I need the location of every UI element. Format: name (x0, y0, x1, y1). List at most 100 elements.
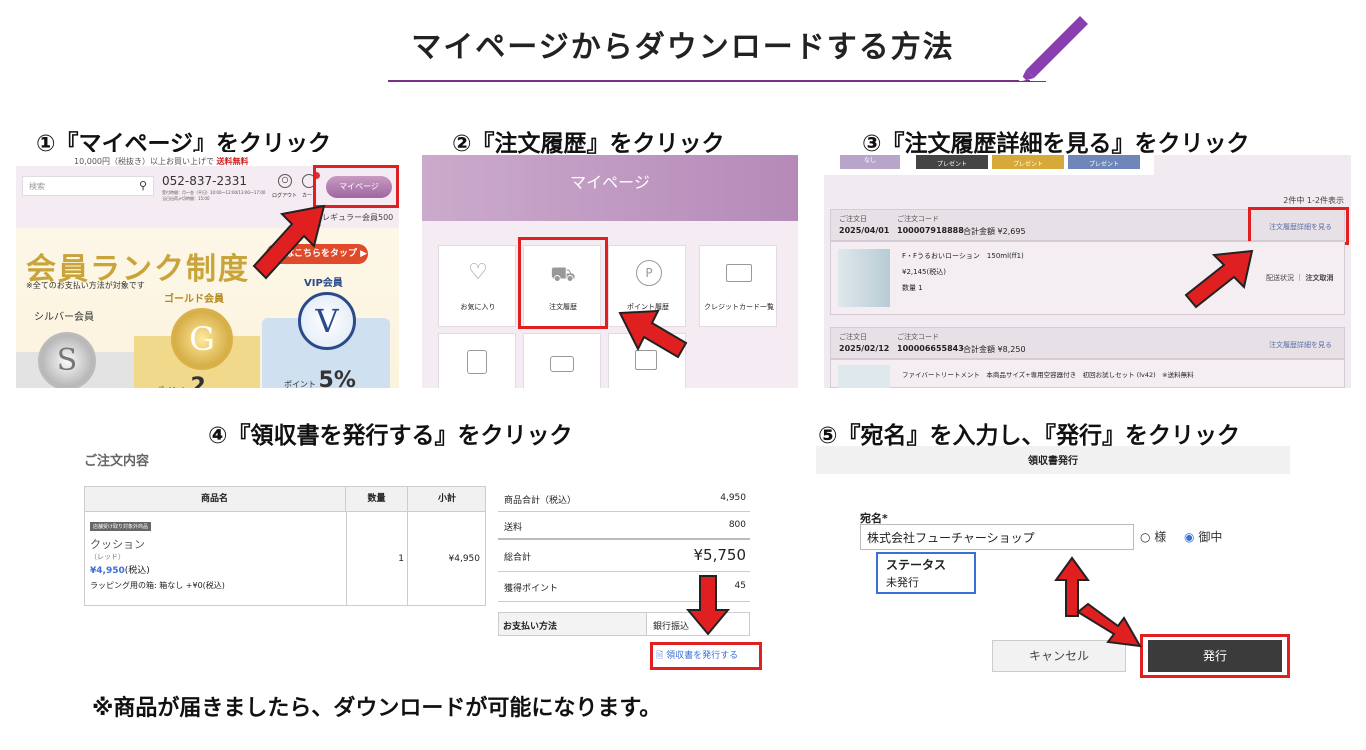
order-date: 2025/02/12 (839, 344, 890, 353)
title-underline (388, 80, 1030, 82)
phone-number: 052-837-2331 (162, 174, 248, 188)
status-label: ステータス (886, 558, 947, 572)
product-name[interactable]: F・Fうるおいローション 150ml(ff1) (902, 251, 1024, 261)
panel-mypage-menu: マイページ ♡ お気に入り ⛟ 注文履歴 P ポイント履歴 クレジットカード一覧 (422, 155, 798, 388)
col-subtotal: 小計 (437, 494, 456, 504)
vip-point-label: ポイント (284, 380, 316, 388)
order-history-highlight (518, 237, 608, 329)
step-5-label: ⑤『宛名』を入力し、『発行』をクリック (818, 423, 1240, 449)
step-4-label: ④『領収書を発行する』をクリック (208, 423, 573, 449)
tab-none[interactable]: なし (840, 155, 900, 169)
lock-icon (550, 356, 574, 372)
arrow-indicator-1 (252, 204, 326, 280)
credit-card-icon (726, 264, 752, 282)
order-date-label: ご注文日 (839, 333, 867, 341)
pencil-icon (1018, 16, 1088, 82)
arrow-indicator-3 (1184, 249, 1254, 309)
tile-credit-cards[interactable]: クレジットカード一覧 (699, 245, 777, 327)
cart-item-subtotal: ¥4,950 (448, 554, 481, 564)
promo-text: 10,000円（税抜き）以上お買い上げで (74, 157, 214, 166)
tile-label: クレジットカード一覧 (704, 303, 774, 311)
page-title: マイページからダウンロードする方法 (411, 30, 955, 65)
summary-row-total: 総合計 ¥5,750 (498, 540, 750, 572)
arrow-indicator-5-right (1076, 602, 1142, 648)
cart-item-name[interactable]: クッション (90, 536, 145, 552)
order-detail-highlight (1248, 207, 1349, 245)
order-date-label: ご注文日 (839, 215, 867, 223)
payment-method-value: 銀行振込 (653, 622, 690, 632)
cart-item-variant: （レッド） (90, 553, 125, 561)
col-product-name: 商品名 (84, 486, 346, 512)
business-hours: 受付時間：月〜金（平日）10:00〜12:00/13:00〜17:00 当日出荷〆… (162, 190, 266, 201)
tile-notebook[interactable] (438, 333, 516, 388)
status-value: 未発行 (886, 576, 919, 589)
receipt-header: 領収書発行 (1028, 456, 1078, 467)
summary-row: 商品合計（税込） 4,950 (498, 486, 750, 512)
result-count: 2件中 1-2件表示 (1283, 196, 1344, 205)
product-qty: 数量 1 (902, 284, 923, 292)
gold-medal: G (171, 308, 233, 370)
vip-medal: V (298, 292, 356, 350)
notebook-icon (467, 350, 487, 374)
gold-label: ゴールド会員 (164, 294, 224, 305)
issue-button[interactable]: 発行 (1148, 640, 1282, 672)
summary-row: 送料 800 (498, 512, 750, 540)
col-qty: 数量 (346, 486, 408, 512)
step-2-label: ②『注文履歴』をクリック (452, 131, 725, 157)
honorific-sama[interactable]: ○ 様 (1140, 528, 1166, 545)
order-contents-heading: ご注文内容 (84, 454, 150, 469)
heart-icon: ♡ (468, 260, 488, 285)
silver-label: シルバー会員 (34, 312, 94, 323)
mypage-header: マイページ (570, 173, 650, 192)
order-code-label: ご注文コード (897, 215, 939, 223)
cart-item-price: ¥4,950 (90, 566, 125, 576)
order-total: 合計金額 ¥8,250 (963, 345, 1026, 354)
order-date: 2025/04/01 (839, 226, 890, 235)
pickup-badge: 店舗受け取り対象外商品 (90, 522, 152, 531)
tile-label: お気に入り (460, 303, 496, 311)
panel-receipt-issue: 領収書発行 宛名* 株式会社フューチャーショップ ○ 様 ◉ 御中 ステータス … (816, 446, 1296, 682)
arrow-indicator-4 (686, 575, 730, 636)
order-code-label: ご注文コード (897, 333, 939, 341)
order-detail-link[interactable]: 注文履歴詳細を見る (1269, 340, 1332, 350)
tile-favorites[interactable]: ♡ お気に入り (438, 245, 516, 327)
wrapping-option: ラッピング用の箱: 箱なし +¥0(税込) (90, 581, 225, 590)
download-note: ※商品が届きましたら、ダウンロードが可能になります。 (92, 696, 662, 721)
recipient-input[interactable]: 株式会社フューチャーショップ (860, 524, 1134, 550)
order-total: 合計金額 ¥2,695 (963, 227, 1026, 236)
order-code: 100007918888 (897, 226, 964, 235)
product-price: ¥2,145(税込) (902, 268, 946, 276)
gold-point-label: ポイント (156, 386, 188, 388)
honorific-onchu[interactable]: ◉ 御中 (1184, 528, 1222, 545)
tile-password[interactable] (523, 333, 601, 388)
logout-icon[interactable]: ○ (278, 174, 292, 188)
shipping-status-link[interactable]: 配送状況 (1266, 274, 1294, 282)
search-input[interactable]: 検索 ⚲ (22, 176, 154, 196)
product-name[interactable]: ファイバートリートメント 本商品サイズ+専用空容器付き 初回お試しセット (lv… (902, 369, 1194, 379)
order-code: 100006655843 (897, 344, 964, 353)
gold-point-value: 2 (190, 374, 206, 388)
tab-present-1[interactable]: プレゼント (916, 155, 988, 169)
order-row-header: ご注文日 2025/02/12 ご注文コード 100006655843 合計金額… (830, 327, 1345, 359)
product-image[interactable] (838, 365, 890, 388)
cancel-order-link[interactable]: 注文取消 (1305, 274, 1333, 282)
payment-method-label: お支払い方法 (499, 613, 647, 635)
mypage-button[interactable]: マイページ (326, 176, 392, 198)
tab-present-2[interactable]: プレゼント (992, 155, 1064, 169)
promo-free-shipping: 送料無料 (216, 157, 249, 166)
tab-present-3[interactable]: プレゼント (1068, 155, 1140, 169)
banner-subtitle: ※全てのお支払い方法が対象です (26, 281, 145, 290)
arrow-indicator-2 (618, 309, 688, 359)
panel-order-contents: ご注文内容 商品名 数量 小計 店舗受け取り対象外商品 クッション （レッド） … (80, 446, 770, 678)
issue-receipt-link[interactable]: 🗎 領収書を発行する (656, 648, 738, 664)
silver-medal: S (38, 332, 96, 388)
panel-order-history: なし プレゼント プレゼント プレゼント 2件中 1-2件表示 ご注文日 202… (824, 155, 1351, 388)
vip-point-value: 5% (318, 368, 356, 388)
panel-mypage-header: 10,000円（税抜き）以上お買い上げで 送料無料 検索 ⚲ 052-837-23… (16, 152, 399, 388)
cart-item-qty: 1 (398, 554, 404, 564)
product-image[interactable] (838, 249, 890, 307)
search-icon[interactable]: ⚲ (139, 179, 147, 192)
logout-label[interactable]: ログアウト (272, 192, 297, 199)
price-tax-note: (税込) (124, 566, 150, 576)
step-3-label: ③『注文履歴詳細を見る』をクリック (862, 131, 1250, 157)
